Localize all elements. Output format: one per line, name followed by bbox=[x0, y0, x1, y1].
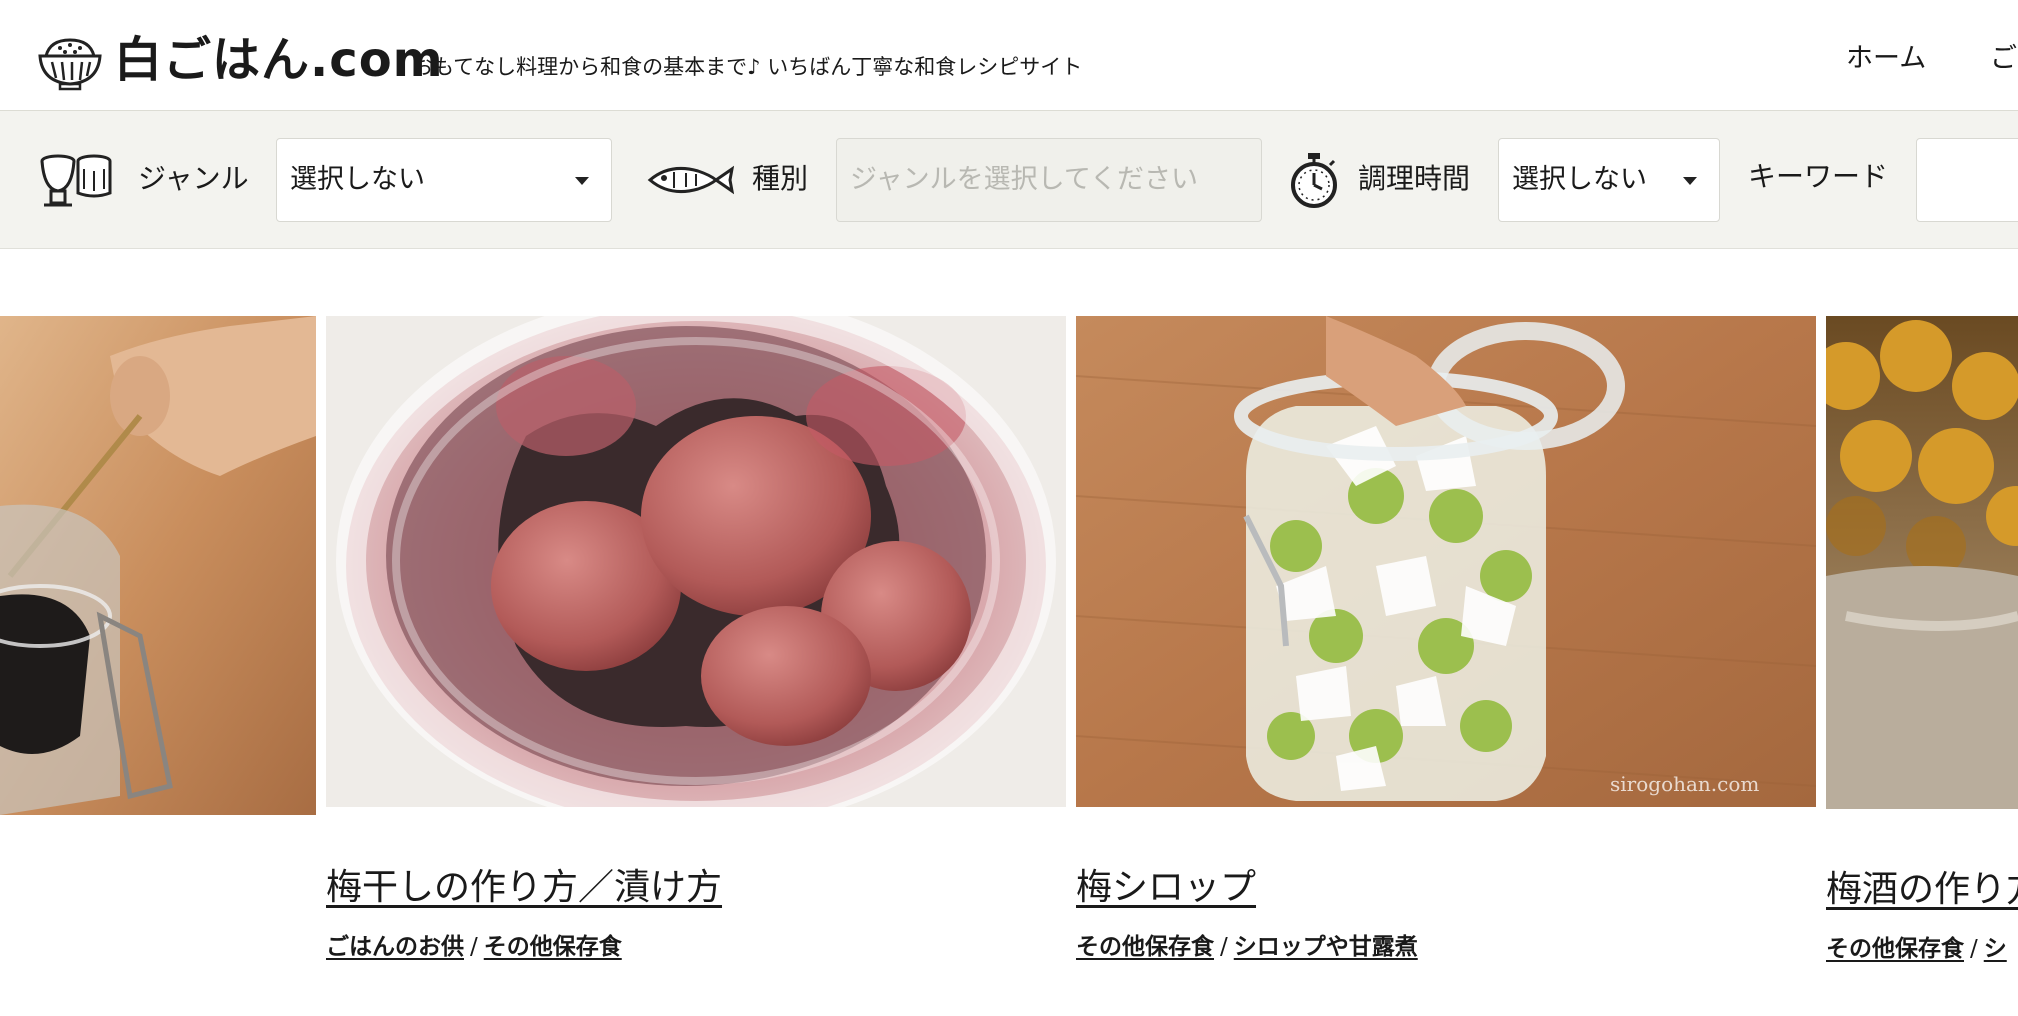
genre-select[interactable]: 選択しない bbox=[276, 138, 612, 222]
category-link[interactable]: その他保存食 bbox=[1826, 936, 1964, 962]
recipe-search-bar: ジャンル 選択しない 種別 ジャンルを選択してください 調理時間 選択しない キ… bbox=[0, 111, 2018, 249]
fish-icon bbox=[647, 165, 734, 195]
keyword-input[interactable] bbox=[1916, 138, 2018, 222]
recipe-categories: ごはんのお供 / その他保存食 bbox=[326, 932, 622, 962]
recipe-photo[interactable] bbox=[0, 316, 316, 815]
recipe-photo[interactable] bbox=[326, 316, 1066, 807]
recipe-title-link[interactable]: 梅シロップ bbox=[1076, 866, 1256, 910]
bowls-icon bbox=[40, 154, 112, 207]
recipe-photo[interactable]: sirogohan.com bbox=[1076, 316, 1816, 807]
stopwatch-icon bbox=[1291, 153, 1337, 208]
cooking-time-select[interactable]: 選択しない bbox=[1498, 138, 1720, 222]
umeshu-jar-image bbox=[1826, 316, 2018, 809]
category-link[interactable]: シロップや甘露煮 bbox=[1234, 934, 1418, 960]
keyword-label: キーワード bbox=[1748, 160, 1889, 193]
cooking-time-label: 調理時間 bbox=[1358, 162, 1471, 195]
recipe-photo[interactable] bbox=[1826, 316, 2018, 809]
ume-syrup-jar-image bbox=[1076, 316, 1816, 807]
type-select-placeholder: ジャンルを選択してください bbox=[850, 164, 1199, 195]
genre-label: ジャンル bbox=[138, 162, 249, 195]
site-tagline: おもてなし料理から和食の基本まで♪ いちばん丁寧な和食レシピサイト bbox=[412, 55, 1083, 79]
genre-select-value: 選択しない bbox=[290, 164, 425, 195]
category-link[interactable]: その他保存食 bbox=[1076, 934, 1214, 960]
category-link[interactable]: シ bbox=[1984, 936, 2007, 962]
category-separator: / bbox=[1970, 936, 1978, 962]
recipe-categories: その他保存食 / シロップや甘露煮 bbox=[1076, 932, 1418, 962]
category-separator: / bbox=[1220, 934, 1228, 960]
type-select[interactable]: ジャンルを選択してください bbox=[836, 138, 1262, 222]
nav-next-link[interactable]: ご bbox=[1990, 42, 2017, 76]
category-link[interactable]: その他保存食 bbox=[484, 934, 622, 960]
site-header: 白ごはん.com おもてなし料理から和食の基本まで♪ いちばん丁寧な和食レシピサ… bbox=[0, 0, 2018, 111]
chevron-down-icon bbox=[1683, 177, 1697, 185]
rice-bowl-icon[interactable] bbox=[38, 34, 102, 92]
recipe-categories: その他保存食 / シ bbox=[1826, 934, 2007, 964]
umeboshi-jar-image bbox=[326, 316, 1066, 807]
nav-home-link[interactable]: ホーム bbox=[1846, 42, 1926, 76]
sesame-paste-jar-image bbox=[0, 316, 316, 815]
category-separator: / bbox=[470, 934, 478, 960]
cooking-time-select-value: 選択しない bbox=[1512, 164, 1647, 195]
site-logo-text[interactable]: 白ごはん.com bbox=[114, 30, 444, 90]
recipe-title-link[interactable]: 梅干しの作り方／漬け方 bbox=[326, 866, 722, 910]
chevron-down-icon bbox=[575, 177, 589, 185]
recipe-title-link[interactable]: 梅酒の作り方 bbox=[1826, 868, 2018, 912]
category-link[interactable]: ごはんのお供 bbox=[326, 934, 464, 960]
photo-watermark: sirogohan.com bbox=[1610, 772, 1760, 796]
type-label: 種別 bbox=[752, 162, 809, 195]
